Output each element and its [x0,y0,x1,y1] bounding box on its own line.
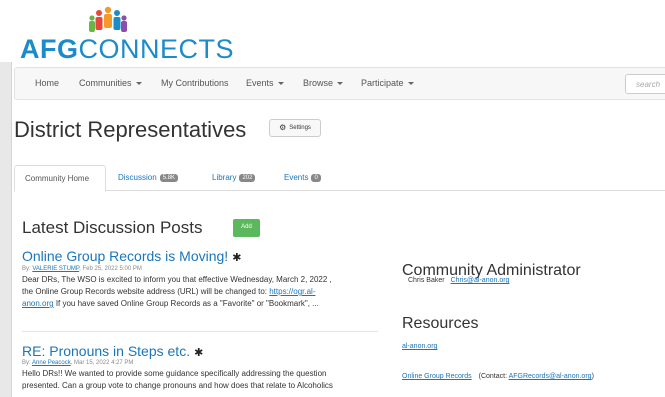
left-edge-strip [0,62,12,397]
contact-suffix: ) [591,373,594,380]
nav-home-label: Home [35,78,60,88]
chevron-down-icon [337,82,344,86]
post-excerpt-line: Dear DRs, The WSO is excited to inform y… [22,275,332,284]
logo[interactable]: AFGCONNECTS [0,0,665,66]
post-excerpt-line: Hello DRs!! We wanted to provide some gu… [22,369,327,378]
tab-library-label: Library [212,173,237,182]
add-post-button[interactable]: Add [233,219,260,237]
latest-discussion-heading: Latest Discussion Posts [22,218,203,237]
nav-events-label: Events [246,78,274,88]
gear-icon: ⚙ [279,123,287,132]
post-author-link[interactable]: Anne Peacock [32,360,71,366]
main-navbar: Home Communities My Contributions Events… [14,67,665,100]
pin-icon: ✱ [232,252,242,264]
post-date: , Feb 25, 2022 5:00 PM [79,266,142,272]
online-group-records-link[interactable]: Online Group Records [402,373,472,380]
tab-community-home[interactable]: Community Home [14,165,106,192]
al-anon-link[interactable]: al-anon.org [402,343,437,350]
library-count-badge: 202 [239,174,256,182]
post-meta: By: VALERIE STUMP, Feb 25, 2022 5:00 PM [22,266,142,272]
post-author-link[interactable]: VALERIE STUMP [32,266,79,272]
tab-community-home-label: Community Home [25,174,90,183]
ogr-url-link-cont[interactable]: anon.org [22,299,54,308]
chevron-down-icon [135,82,142,86]
logo-connects-text: CONNECTS [78,34,235,64]
post-title-link[interactable]: Online Group Records is Moving! ✱ [22,248,241,264]
post-excerpt-line: anon.org If you have saved Online Group … [22,299,319,308]
post-by-label: By: [22,360,31,366]
admin-name: Chris Baker [408,277,445,284]
post-excerpt-text: If you have saved Online Group Records a… [53,299,319,308]
post-title-text: Online Group Records is Moving! [22,248,229,264]
post-title-link[interactable]: RE: Pronouns in Steps etc. ✱ [22,343,203,359]
community-tabs: Community Home Discussion 5.8K Library 202… [14,165,665,192]
nav-browse[interactable]: Browse [303,78,344,88]
tab-discussion[interactable]: Discussion 5.8K [118,165,179,191]
events-count-badge: 0 [311,174,321,182]
settings-button-label: Settings [289,125,311,131]
nav-browse-label: Browse [303,78,334,88]
nav-communities[interactable]: Communities [79,78,142,88]
nav-home[interactable]: Home [35,78,59,88]
chevron-down-icon [407,82,414,86]
nav-my-contributions[interactable]: My Contributions [161,78,229,88]
post-by-label: By: [22,266,31,272]
nav-events[interactable]: Events [246,78,284,88]
chevron-down-icon [277,82,284,86]
post-excerpt-line: presented. Can a group vote to change pr… [22,381,333,390]
ogr-url-link[interactable]: https://ogr.al- [269,287,315,296]
search-input[interactable]: search [625,74,665,94]
nav-my-contributions-label: My Contributions [161,78,229,88]
tab-discussion-label: Discussion [118,173,157,182]
pin-icon: ✱ [194,347,204,359]
post-excerpt-line: the Online Group Records website address… [22,287,315,296]
resource-ogr-line: Online Group Records (Contact: AFGRecord… [402,373,594,380]
tab-events-label: Events [284,173,309,182]
settings-button[interactable]: ⚙ Settings [269,119,321,137]
logo-afg-text: AFG [20,34,79,64]
tab-library[interactable]: Library 202 [212,165,256,191]
admin-contact: Chris Baker Chris@al-anon.org [408,277,509,284]
nav-participate[interactable]: Participate [361,78,414,88]
afg-records-email-link[interactable]: AFGRecords@al-anon.org [509,373,592,380]
post-excerpt-text: the Online Group Records website address… [22,287,270,296]
discussion-count-badge: 5.8K [159,174,179,182]
resources-heading: Resources [402,315,479,332]
post-divider [22,331,378,332]
nav-communities-label: Communities [79,78,132,88]
nav-participate-label: Participate [361,78,404,88]
post-date: , Mar 15, 2022 4:27 PM [70,360,134,366]
post-title-text: RE: Pronouns in Steps etc. [22,343,191,359]
post-meta: By: Anne Peacock, Mar 15, 2022 4:27 PM [22,360,133,366]
contact-prefix: (Contact: [478,373,509,380]
tab-events[interactable]: Events 0 [284,165,321,191]
admin-email-link[interactable]: Chris@al-anon.org [451,277,510,284]
logo-wordmark: AFGCONNECTS [20,34,234,65]
page-title: District Representatives [14,117,247,142]
